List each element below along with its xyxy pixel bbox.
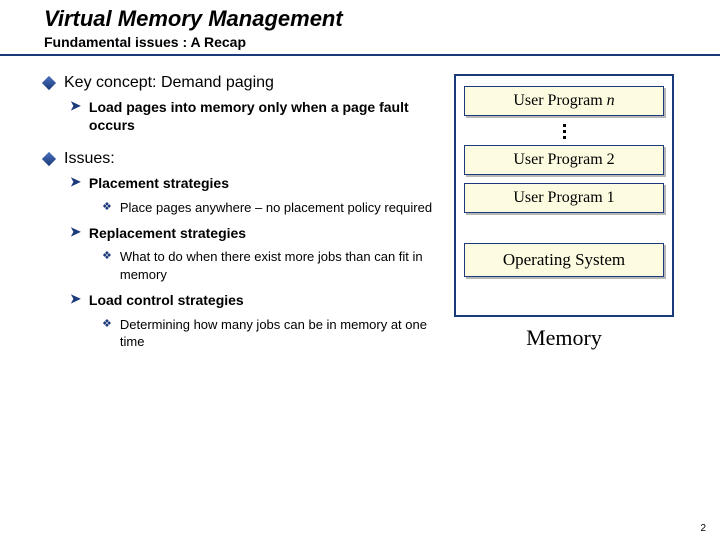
chevron-icon: ➤ [70, 98, 81, 115]
bullet-text: Load pages into memory only when a page … [89, 98, 444, 134]
diamond-icon [42, 76, 56, 90]
bullet-text: Placement strategies [89, 174, 229, 192]
bullet-text: What to do when there exist more jobs th… [120, 248, 444, 283]
subbullet-replacement: ➤ Replacement strategies [70, 224, 444, 242]
subbullet-demand-paging: ➤ Load pages into memory only when a pag… [70, 98, 444, 134]
program-box-n: User Program n [464, 86, 664, 116]
chevron-icon: ➤ [70, 174, 81, 191]
slide-body: Key concept: Demand paging ➤ Load pages … [0, 56, 720, 359]
program-box-1: User Program 1 [464, 183, 664, 213]
diamond-icon [42, 152, 56, 166]
content-column: Key concept: Demand paging ➤ Load pages … [44, 74, 444, 359]
bullet-text: Issues: [64, 150, 115, 168]
program-label: User Program [513, 92, 606, 109]
subbullet-placement: ➤ Placement strategies [70, 174, 444, 192]
memory-diagram: User Program n User Program 2 User Progr… [454, 74, 674, 317]
star-icon: ❖ [102, 248, 112, 265]
subsub-replacement: ❖ What to do when there exist more jobs … [102, 248, 444, 283]
chevron-icon: ➤ [70, 224, 81, 241]
os-box: Operating System [464, 243, 664, 277]
memory-label: Memory [454, 325, 674, 351]
bullet-text: Load control strategies [89, 291, 244, 309]
page-number: 2 [700, 523, 706, 534]
star-icon: ❖ [102, 199, 112, 216]
program-index: n [607, 92, 615, 109]
bullet-text: Key concept: Demand paging [64, 74, 274, 92]
bullet-text: Place pages anywhere – no placement poli… [120, 199, 432, 217]
subsub-loadcontrol: ❖ Determining how many jobs can be in me… [102, 316, 444, 351]
program-box-2: User Program 2 [464, 145, 664, 175]
slide-title: Virtual Memory Management [44, 6, 720, 32]
bullet-key-concept: Key concept: Demand paging [44, 74, 444, 92]
title-bar: Virtual Memory Management Fundamental is… [0, 0, 720, 56]
subsub-placement: ❖ Place pages anywhere – no placement po… [102, 199, 444, 217]
chevron-icon: ➤ [70, 291, 81, 308]
subbullet-loadcontrol: ➤ Load control strategies [70, 291, 444, 309]
diagram-column: User Program n User Program 2 User Progr… [444, 74, 674, 359]
slide-subtitle: Fundamental issues : A Recap [44, 34, 720, 54]
bullet-text: Replacement strategies [89, 224, 246, 242]
slide: Virtual Memory Management Fundamental is… [0, 0, 720, 540]
ellipsis-icon [464, 124, 664, 139]
star-icon: ❖ [102, 316, 112, 333]
bullet-issues: Issues: [44, 150, 444, 168]
bullet-text: Determining how many jobs can be in memo… [120, 316, 444, 351]
